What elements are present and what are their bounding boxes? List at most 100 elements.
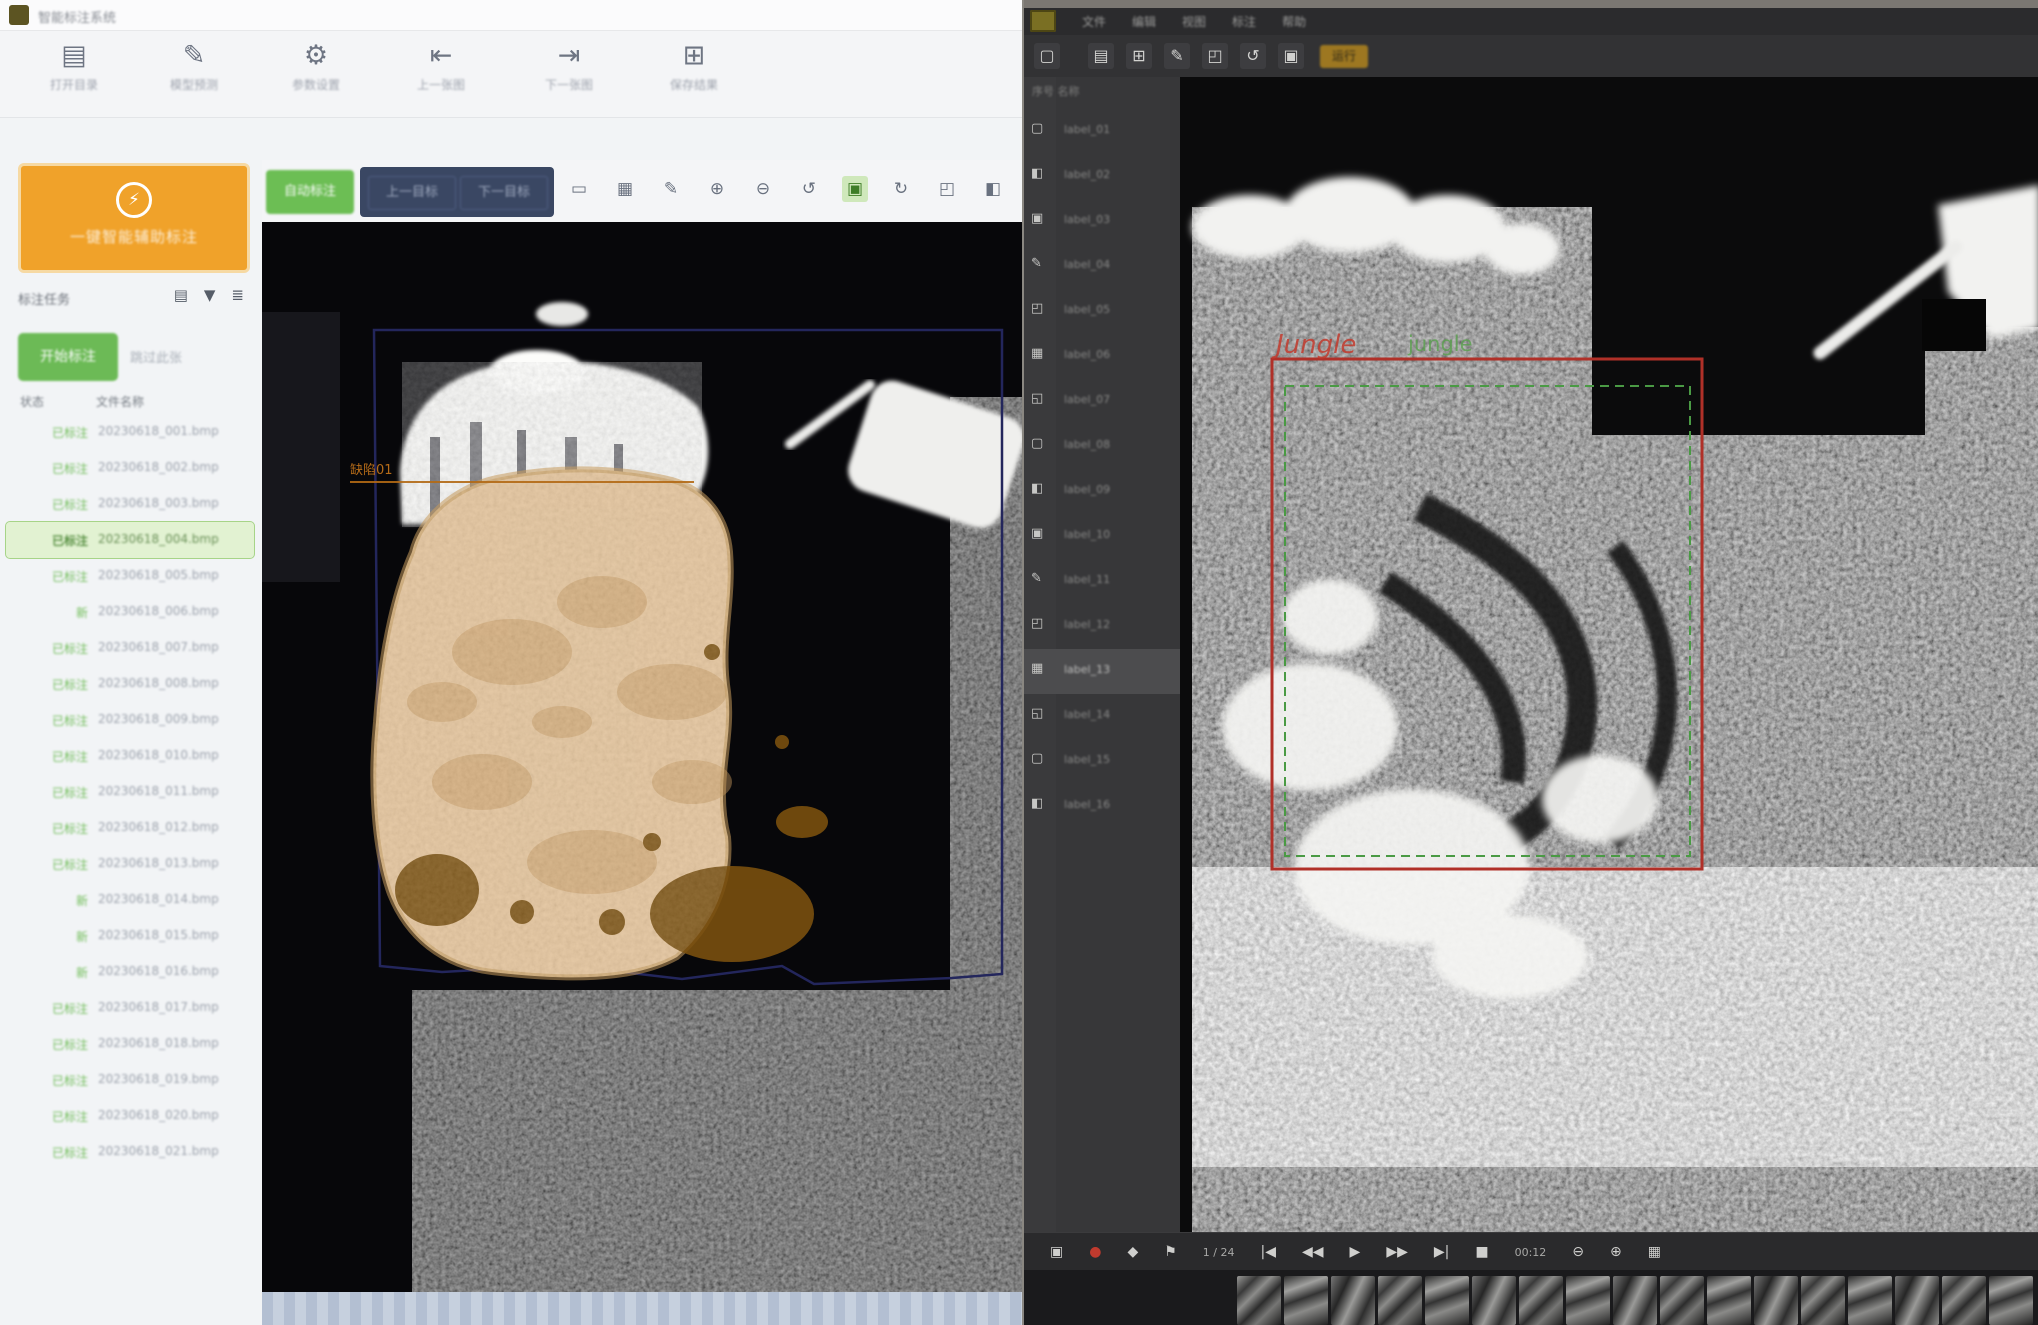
transport-control[interactable]: ■ [1475, 1244, 1488, 1260]
file-list-row[interactable]: 新 20230618_006.bmp [6, 594, 254, 630]
frame-thumbnail[interactable] [1331, 1276, 1375, 1325]
menu-item[interactable]: 视图 [1182, 13, 1206, 30]
frame-thumbnail[interactable] [1848, 1276, 1892, 1325]
frame-thumbnail[interactable] [1566, 1276, 1610, 1325]
frame-thumbnail[interactable] [1237, 1276, 1281, 1325]
undo-icon[interactable]: ↺ [1240, 43, 1266, 69]
menu-item[interactable]: 编辑 [1132, 13, 1156, 30]
canvas-tool-icon[interactable]: ↻ [888, 176, 914, 202]
transport-control[interactable]: ▶ [1350, 1244, 1361, 1260]
file-list-row[interactable]: 新 20230618_014.bmp [6, 882, 254, 918]
canvas-tool-icon[interactable]: ↺ [796, 176, 822, 202]
toolbar-button[interactable]: ⇤ 上一张图 [395, 39, 487, 113]
file-list-row[interactable]: 已标注 20230618_008.bmp [6, 666, 254, 702]
file-list-row[interactable]: 已标注 20230618_012.bmp [6, 810, 254, 846]
frame-thumbnail[interactable] [1613, 1276, 1657, 1325]
transport-control[interactable]: ⊕ [1610, 1244, 1622, 1260]
frame-thumbnail[interactable] [1989, 1276, 2033, 1325]
label-list-row[interactable]: ◰ label_05 [1024, 289, 1180, 334]
open-icon[interactable]: ▤ [1088, 43, 1114, 69]
frame-thumbnail[interactable] [1519, 1276, 1563, 1325]
file-list-row[interactable]: 已标注 20230618_001.bmp [6, 414, 254, 450]
label-list-row[interactable]: ◧ label_16 [1024, 784, 1180, 829]
meta-icon[interactable]: ▼ [204, 286, 216, 304]
file-list-row[interactable]: 已标注 20230618_009.bmp [6, 702, 254, 738]
menu-item[interactable]: 帮助 [1282, 13, 1306, 30]
transport-control[interactable]: ▣ [1050, 1244, 1063, 1260]
file-list-row[interactable]: 已标注 20230618_020.bmp [6, 1098, 254, 1134]
label-list-row[interactable]: ▢ label_15 [1024, 739, 1180, 784]
frame-thumbnail[interactable] [1284, 1276, 1328, 1325]
transport-control[interactable]: ▶| [1434, 1244, 1449, 1260]
left-image-canvas[interactable]: 缺陷01 [262, 222, 1022, 1292]
meta-icon[interactable]: ▤ [174, 286, 188, 304]
canvas-tool-icon[interactable]: ◧ [980, 176, 1006, 202]
toolbar-button[interactable]: ⇥ 下一张图 [523, 39, 615, 113]
transport-control[interactable]: ⚑ [1164, 1244, 1177, 1260]
file-list-row[interactable]: 已标注 20230618_011.bmp [6, 774, 254, 810]
file-list-row[interactable]: 已标注 20230618_021.bmp [6, 1134, 254, 1170]
next-target-button[interactable]: 下一目标 [460, 176, 548, 210]
new-doc-icon[interactable]: ▢ [1034, 43, 1060, 69]
frame-thumbnail[interactable] [1660, 1276, 1704, 1325]
label-list-row[interactable]: ▢ label_01 [1024, 109, 1180, 154]
file-list-row[interactable]: 已标注 20230618_018.bmp [6, 1026, 254, 1062]
label-list-row[interactable]: ▣ label_03 [1024, 199, 1180, 244]
canvas-tool-icon[interactable]: ⊖ [750, 176, 776, 202]
right-image-canvas[interactable]: Jungle jungle [1180, 77, 2038, 1232]
transport-control[interactable]: ◀◀ [1302, 1244, 1324, 1260]
file-list-row[interactable]: 已标注 20230618_003.bmp [6, 486, 254, 522]
menu-item[interactable]: 文件 [1082, 13, 1106, 30]
file-list-row[interactable]: 新 20230618_015.bmp [6, 918, 254, 954]
transport-control[interactable]: |◀ [1261, 1244, 1276, 1260]
canvas-tool-icon[interactable]: ▭ [566, 176, 592, 202]
left-canvas-scrollbar[interactable] [262, 1292, 1022, 1325]
label-list-row[interactable]: ✎ label_11 [1024, 559, 1180, 604]
fit-icon[interactable]: ◰ [1202, 43, 1228, 69]
save-icon[interactable]: ⊞ [1126, 43, 1152, 69]
file-list-row[interactable]: 已标注 20230618_017.bmp [6, 990, 254, 1026]
label-list-row[interactable]: ◱ label_07 [1024, 379, 1180, 424]
transport-control[interactable]: 1 / 24 [1203, 1246, 1235, 1259]
file-list-row[interactable]: 新 20230618_016.bmp [6, 954, 254, 990]
skip-image-button[interactable]: 跳过此张 [130, 347, 220, 366]
frame-thumbnail[interactable] [1942, 1276, 1986, 1325]
frame-thumbnail[interactable] [1895, 1276, 1939, 1325]
frame-thumbnail[interactable] [1472, 1276, 1516, 1325]
frame-thumbnail[interactable] [1425, 1276, 1469, 1325]
file-list-row[interactable]: 已标注 20230618_004.bmp [6, 522, 254, 558]
canvas-tool-icon[interactable]: ⊕ [704, 176, 730, 202]
frame-thumbnail[interactable] [1378, 1276, 1422, 1325]
file-list-row[interactable]: 已标注 20230618_010.bmp [6, 738, 254, 774]
toolbar-button[interactable]: ▤ 打开目录 [28, 39, 120, 113]
toolbar-button[interactable]: ✎ 模型预测 [148, 39, 240, 113]
file-list-row[interactable]: 已标注 20230618_005.bmp [6, 558, 254, 594]
smart-assist-button[interactable]: ⚡ 一键智能辅助标注 [18, 163, 250, 273]
layers-icon[interactable]: ▣ [1278, 43, 1304, 69]
label-list-row[interactable]: ◧ label_09 [1024, 469, 1180, 514]
toolbar-button[interactable]: ⊞ 保存结果 [648, 39, 740, 113]
transport-control[interactable]: 00:12 [1515, 1246, 1547, 1259]
auto-label-button[interactable]: 自动标注 [266, 170, 354, 214]
transport-control[interactable]: ▶▶ [1386, 1244, 1408, 1260]
transport-control[interactable]: ⊖ [1572, 1244, 1584, 1260]
label-list-row[interactable]: ▢ label_08 [1024, 424, 1180, 469]
meta-icon[interactable]: ≣ [231, 286, 244, 304]
menu-item[interactable]: 标注 [1232, 13, 1256, 30]
file-list-row[interactable]: 已标注 20230618_002.bmp [6, 450, 254, 486]
frame-thumbnail[interactable] [1707, 1276, 1751, 1325]
toolbar-button[interactable]: ⚙ 参数设置 [270, 39, 362, 113]
transport-control[interactable]: ◆ [1127, 1244, 1138, 1260]
label-list-row[interactable]: ▦ label_13 [1024, 649, 1180, 694]
file-list-row[interactable]: 已标注 20230618_013.bmp [6, 846, 254, 882]
label-list-row[interactable]: ▣ label_10 [1024, 514, 1180, 559]
draw-icon[interactable]: ✎ [1164, 43, 1190, 69]
frame-thumbnail[interactable] [1754, 1276, 1798, 1325]
label-list-row[interactable]: ◧ label_02 [1024, 154, 1180, 199]
transport-control[interactable]: ▦ [1648, 1244, 1661, 1260]
label-list-row[interactable]: ▦ label_06 [1024, 334, 1180, 379]
file-list-row[interactable]: 已标注 20230618_019.bmp [6, 1062, 254, 1098]
run-button[interactable]: 运行 [1320, 45, 1368, 68]
prev-target-button[interactable]: 上一目标 [368, 176, 456, 210]
transport-control[interactable]: ● [1089, 1244, 1101, 1260]
